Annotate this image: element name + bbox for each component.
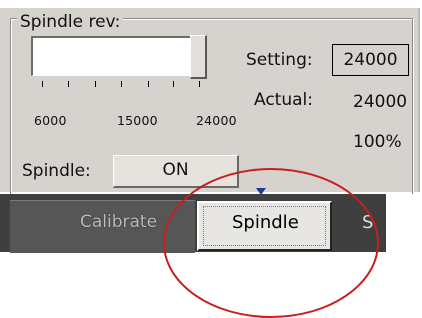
tab-calibrate-label: Calibrate xyxy=(80,212,158,232)
slider-tick xyxy=(68,81,69,87)
spindle-panel: Spindle rev: 6000 15000 24000 Setting: 2… xyxy=(0,8,420,195)
spindle-slider-track[interactable] xyxy=(31,36,203,76)
slider-tick xyxy=(148,81,149,87)
tab-bar-edge xyxy=(386,194,422,252)
slider-tick xyxy=(199,81,200,87)
setting-value-field[interactable]: 24000 xyxy=(332,44,409,76)
setting-label: Setting: xyxy=(246,50,313,70)
tick-label-max: 24000 xyxy=(196,113,237,128)
spindle-on-button[interactable]: ON xyxy=(113,155,239,188)
tab-next-partial-label[interactable]: S xyxy=(362,212,373,233)
group-title: Spindle rev: xyxy=(17,13,124,31)
tab-spindle-label: Spindle xyxy=(232,212,299,233)
slider-tick xyxy=(173,81,174,87)
slider-tick xyxy=(121,81,122,87)
spindle-label: Spindle: xyxy=(22,161,91,181)
slider-tick xyxy=(95,81,96,87)
tick-label-mid: 15000 xyxy=(117,113,158,128)
pointer-arrow-icon xyxy=(256,188,266,195)
actual-label: Actual: xyxy=(254,90,313,110)
spindle-slider-thumb[interactable] xyxy=(190,35,207,79)
actual-value: 24000 xyxy=(353,92,408,112)
slider-tick xyxy=(42,81,43,87)
tick-label-min: 6000 xyxy=(34,113,67,128)
percent-value: 100% xyxy=(353,132,402,152)
